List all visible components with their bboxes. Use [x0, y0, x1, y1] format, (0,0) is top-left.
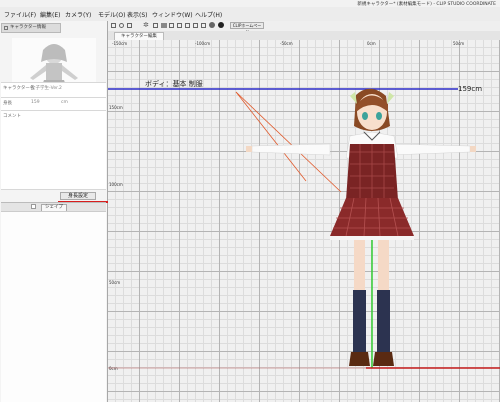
- height-field[interactable]: 159: [31, 100, 40, 105]
- display-icon[interactable]: [201, 23, 206, 28]
- lower-panel-header: シェイプ: [1, 202, 106, 212]
- move-icon[interactable]: [127, 23, 132, 28]
- title-bar: 新規キャラクター* (素材編集モード) - CLIP STUDIO COORDI…: [0, 0, 500, 7]
- property-label-comment: コメント: [3, 114, 21, 119]
- render-icon[interactable]: [218, 22, 224, 28]
- menu-model[interactable]: モデル(O): [98, 10, 125, 19]
- menu-window[interactable]: ウィンドウ(W): [152, 10, 193, 19]
- panel-menu-icon[interactable]: [4, 26, 8, 30]
- fit-icon[interactable]: [177, 23, 182, 28]
- menu-bar: ファイル(F) 編集(E) カメラ(Y) モデル(O) 表示(S) ウィンドウ(…: [0, 7, 500, 22]
- property-label-name: キャラクター名: [3, 86, 35, 91]
- grid-icon[interactable]: [193, 23, 198, 28]
- model-canvas[interactable]: -150cm -100cm -50cm 0cm 50cm 150cm 100cm…: [108, 40, 500, 402]
- menu-help[interactable]: ヘルプ(H): [195, 10, 222, 19]
- clip-homepage-button[interactable]: CLIPホームページ: [230, 22, 264, 34]
- menu-camera[interactable]: カメラ(Y): [65, 10, 91, 19]
- canvas-overlay: [108, 88, 500, 369]
- menu-edit[interactable]: 編集(E): [40, 10, 60, 19]
- property-row-name: キャラクター名 女子学生-Ver.2: [1, 82, 106, 98]
- frame-icon[interactable]: [169, 23, 174, 28]
- height-readout: 159cm: [458, 85, 483, 93]
- pointer-line: [235, 91, 307, 182]
- character-model: [246, 88, 476, 366]
- pointer-line: [235, 91, 342, 193]
- rotate-icon[interactable]: [119, 23, 124, 28]
- character-info-tab-label: キャラクター情報: [10, 25, 46, 30]
- height-unit: cm: [61, 100, 68, 105]
- character-info-panel: キャラクター情報 キャラクター名 女子学生-Ver.2 身長 159 cm コメ…: [0, 21, 112, 402]
- star-icon[interactable]: ✲: [143, 22, 149, 29]
- shading-icon[interactable]: [209, 22, 215, 28]
- menu-view[interactable]: 表示(S): [127, 10, 148, 19]
- ruler-icon[interactable]: [185, 23, 190, 28]
- shape-icon: [31, 204, 36, 209]
- property-label-height: 身長: [3, 101, 12, 106]
- property-row-comment: コメント: [1, 110, 106, 190]
- property-row-height: 身長 159 cm: [1, 97, 106, 111]
- height-settings-button[interactable]: 身長設定: [60, 192, 96, 200]
- character-info-tab[interactable]: キャラクター情報: [1, 23, 61, 33]
- body-label: ボディ：基本 制服: [145, 80, 203, 88]
- menu-file[interactable]: ファイル(F): [4, 10, 36, 19]
- shape-list-area: [1, 211, 106, 402]
- camera-icon[interactable]: [111, 23, 116, 28]
- character-name-field[interactable]: 女子学生-Ver.2: [31, 85, 62, 91]
- perspective-icon[interactable]: [161, 23, 167, 28]
- select-icon[interactable]: [153, 23, 158, 28]
